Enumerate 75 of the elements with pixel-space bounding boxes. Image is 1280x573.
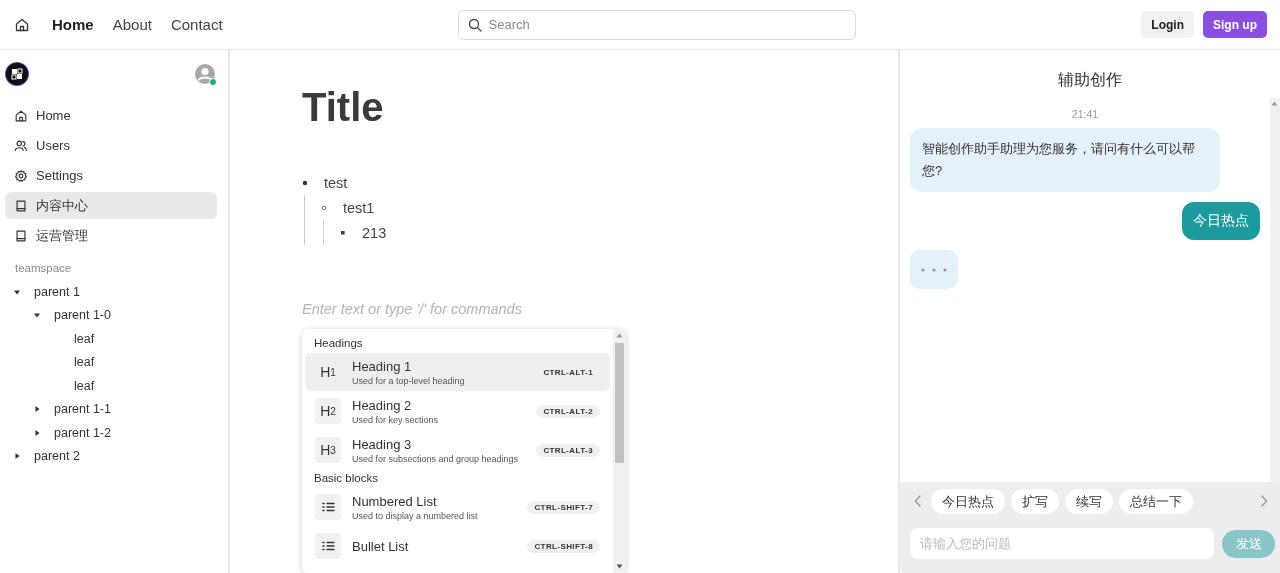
assistant-message: 智能创作助手助理为您服务，请问有什么可以帮您? xyxy=(910,128,1220,192)
suggestion-chip[interactable]: 总结一下 xyxy=(1119,488,1193,514)
tree-item[interactable]: leaf xyxy=(74,378,95,393)
square-bullet-icon xyxy=(340,229,346,236)
list-item-text: 213 xyxy=(362,224,387,241)
caret-down-icon[interactable] xyxy=(33,311,41,320)
caret-right-icon[interactable] xyxy=(33,405,41,414)
avatar-icon[interactable] xyxy=(194,63,216,85)
signup-button[interactable]: Sign up xyxy=(1203,11,1267,38)
tree-item[interactable]: parent 1-0 xyxy=(54,308,111,323)
dots-icon xyxy=(921,267,947,272)
suggestion-chip[interactable]: 扩写 xyxy=(1011,488,1059,514)
scroll-up-icon xyxy=(616,333,623,338)
sidebar-item[interactable]: 内容中心 xyxy=(5,192,217,219)
question-input[interactable]: 请输入您的问题 xyxy=(910,528,1214,559)
menu-item-title: Bullet List xyxy=(352,538,410,554)
shortcut-label: CTRL-SHIFT-7 xyxy=(527,500,600,514)
tree-item[interactable]: leaf xyxy=(74,331,95,346)
sidebar-item[interactable]: Settings xyxy=(5,162,217,189)
menu-group-label: Basic blocks xyxy=(313,471,379,486)
panel-title: 辅助创作 xyxy=(1057,70,1123,90)
tree-item[interactable]: parent 1-2 xyxy=(54,425,111,440)
logo-icon xyxy=(6,63,28,85)
menu-item-title: Heading 1 xyxy=(352,358,413,374)
scrollbar[interactable] xyxy=(613,329,626,573)
menu-item-title: Heading 2 xyxy=(352,397,413,413)
shortcut-label: CTRL-ALT-2 xyxy=(536,404,600,418)
tree-item[interactable]: parent 1-1 xyxy=(54,402,111,417)
caret-right-icon[interactable] xyxy=(13,452,21,461)
login-button[interactable]: Login xyxy=(1141,11,1194,38)
menu-item-title: Numbered List xyxy=(352,493,438,509)
list-icon xyxy=(321,500,335,514)
book-icon xyxy=(14,198,28,213)
tree-item[interactable]: parent 2 xyxy=(34,449,80,464)
bullet-icon xyxy=(302,179,308,186)
shortcut-label: CTRL-ALT-3 xyxy=(536,443,600,457)
document-title: Title xyxy=(302,84,385,131)
shortcut-label: CTRL-ALT-1 xyxy=(542,366,594,379)
message-time: 21:41 xyxy=(1071,108,1099,120)
section-label: teamspace xyxy=(15,262,73,274)
menu-item-description: Used to display a numbered list xyxy=(352,510,479,521)
scrollbar[interactable] xyxy=(1270,98,1280,482)
nav-link[interactable]: Home xyxy=(52,16,94,33)
shortcut-label: CTRL-SHIFT-8 xyxy=(527,539,600,553)
settings-icon xyxy=(14,168,28,183)
home-icon xyxy=(14,108,28,123)
search-icon xyxy=(467,17,482,32)
list-icon xyxy=(321,539,335,553)
sidebar-item[interactable]: Users xyxy=(5,132,217,159)
user-message: 今日热点 xyxy=(1182,202,1260,240)
menu-item[interactable]: Numbered List Used to display a numbered list CTRL-SHIFT-7 xyxy=(305,488,610,526)
users-icon xyxy=(14,138,28,153)
menu-item-description: Used for key sections xyxy=(352,414,440,425)
menu-item[interactable]: Bullet List CTRL-SHIFT-8 xyxy=(305,527,610,565)
book-icon xyxy=(14,228,28,243)
suggestion-chip[interactable]: 续写 xyxy=(1065,488,1113,514)
home-icon xyxy=(14,16,30,33)
sidebar-item[interactable]: Home xyxy=(5,102,217,129)
search-field[interactable]: Search xyxy=(457,9,856,40)
scroll-down-icon xyxy=(616,564,623,569)
menu-item-description: Used for subsections and group headings xyxy=(352,453,520,464)
caret-right-icon[interactable] xyxy=(33,428,41,437)
circle-bullet-icon xyxy=(321,204,327,211)
menu-item-description: Used for a top-level heading xyxy=(352,375,466,386)
menu-group-label: Headings xyxy=(313,336,364,351)
tree-item[interactable]: parent 1 xyxy=(34,284,80,299)
list-item-text: test xyxy=(324,174,348,191)
suggestion-chip[interactable]: 今日热点 xyxy=(931,488,1005,514)
tree-item[interactable]: leaf xyxy=(74,355,95,370)
nav-link[interactable]: About xyxy=(112,16,152,33)
menu-item-title: Heading 3 xyxy=(352,436,413,452)
scroll-up-icon xyxy=(1271,101,1278,106)
nav-link[interactable]: Contact xyxy=(170,16,223,33)
sidebar-item[interactable]: 运营管理 xyxy=(5,222,217,249)
list-item-text: test1 xyxy=(343,199,375,216)
